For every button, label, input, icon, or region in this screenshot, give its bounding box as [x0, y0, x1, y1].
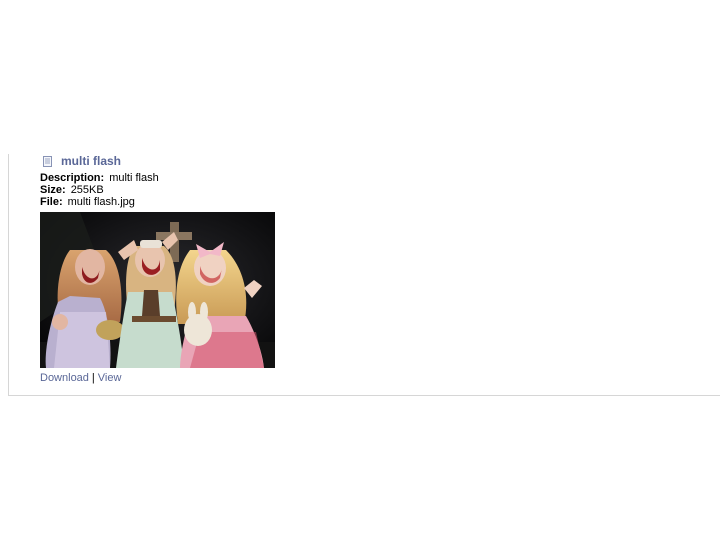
action-separator: |	[91, 372, 95, 384]
description-label: Description:	[40, 172, 105, 184]
attachment-meta: Description: multi flash Size: 255KB File:…	[40, 172, 159, 208]
view-link[interactable]: View	[98, 372, 122, 384]
description-value: multi flash	[109, 172, 159, 184]
description-row: Description: multi flash	[40, 172, 159, 184]
attachment-panel: multi flash Description: multi flash Size…	[8, 154, 720, 396]
attachment-title-row: multi flash	[43, 154, 121, 168]
size-label: Size:	[40, 184, 66, 196]
attachment-title-link[interactable]: multi flash	[61, 154, 121, 168]
attachment-actions: Download | View	[40, 372, 121, 384]
document-icon	[43, 155, 52, 167]
download-link[interactable]: Download	[40, 372, 89, 384]
file-value: multi flash.jpg	[67, 196, 135, 208]
page: multi flash Description: multi flash Size…	[0, 0, 720, 540]
file-row: File: multi flash.jpg	[40, 196, 159, 208]
file-label: File:	[40, 196, 63, 208]
size-value: 255KB	[70, 184, 104, 196]
attachment-thumbnail[interactable]	[40, 212, 275, 368]
size-row: Size: 255KB	[40, 184, 159, 196]
